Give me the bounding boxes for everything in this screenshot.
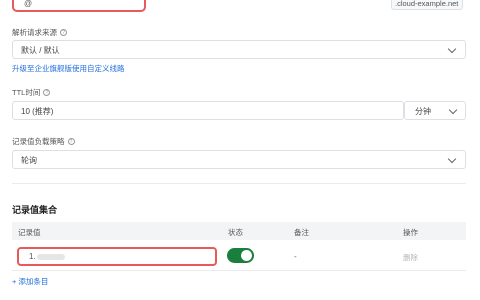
ttl-value-select[interactable]: 10 (推荐) bbox=[12, 101, 404, 120]
ttl-label-row: TTL时间? bbox=[12, 87, 51, 98]
help-icon[interactable]: ? bbox=[67, 138, 75, 145]
toggle-knob bbox=[241, 250, 252, 261]
chevron-down-icon bbox=[447, 44, 457, 54]
column-header-action: 操作 bbox=[403, 228, 418, 237]
ttl-label: TTL时间 bbox=[12, 88, 41, 97]
host-record-input[interactable]: @ bbox=[12, 0, 146, 12]
row-divider bbox=[12, 270, 466, 271]
ttl-unit-value: 分钟 bbox=[415, 107, 431, 116]
host-record-value: @ bbox=[24, 0, 33, 8]
lb-label-row: 记录值负载策略? bbox=[12, 136, 75, 147]
source-select-value: 默认 / 默认 bbox=[21, 46, 60, 55]
help-icon[interactable]: ? bbox=[43, 89, 51, 96]
add-record-label: 添加条目 bbox=[18, 277, 49, 286]
add-record-button[interactable]: + 添加条目 bbox=[12, 276, 48, 287]
plus-icon: + bbox=[12, 277, 17, 286]
chevron-down-icon bbox=[447, 154, 457, 164]
ttl-value: 10 (推荐) bbox=[21, 107, 54, 116]
source-select[interactable]: 默认 / 默认 bbox=[12, 40, 466, 59]
section-divider bbox=[12, 183, 466, 184]
source-label: 解析请求来源 bbox=[12, 28, 57, 37]
lb-label: 记录值负载策略 bbox=[12, 137, 65, 146]
records-table-header: 记录值 状态 备注 操作 bbox=[12, 222, 466, 240]
records-title: 记录值集合 bbox=[12, 205, 58, 215]
upgrade-link[interactable]: 升级至企业旗舰版使用自定义线路 bbox=[12, 63, 125, 74]
record-value-text: 1. bbox=[29, 252, 36, 261]
lb-select[interactable]: 轮询 bbox=[12, 150, 466, 169]
column-header-value: 记录值 bbox=[18, 228, 41, 237]
source-label-row: 解析请求来源? bbox=[12, 27, 67, 38]
record-status-toggle[interactable] bbox=[227, 248, 254, 263]
lb-select-value: 轮询 bbox=[21, 156, 37, 165]
ttl-unit-select[interactable]: 分钟 bbox=[404, 101, 466, 120]
domain-suffix: .cloud-example.net bbox=[391, 0, 463, 10]
record-remark: - bbox=[294, 252, 297, 261]
chevron-down-icon bbox=[448, 105, 458, 115]
help-icon[interactable]: ? bbox=[60, 29, 67, 36]
delete-button[interactable]: 删除 bbox=[403, 252, 418, 263]
record-value-input[interactable]: 1. bbox=[17, 247, 217, 266]
redacted-value bbox=[37, 254, 65, 260]
column-header-status: 状态 bbox=[228, 228, 243, 237]
domain-suffix-text: .cloud-example.net bbox=[395, 0, 459, 8]
column-header-remark: 备注 bbox=[294, 228, 309, 237]
